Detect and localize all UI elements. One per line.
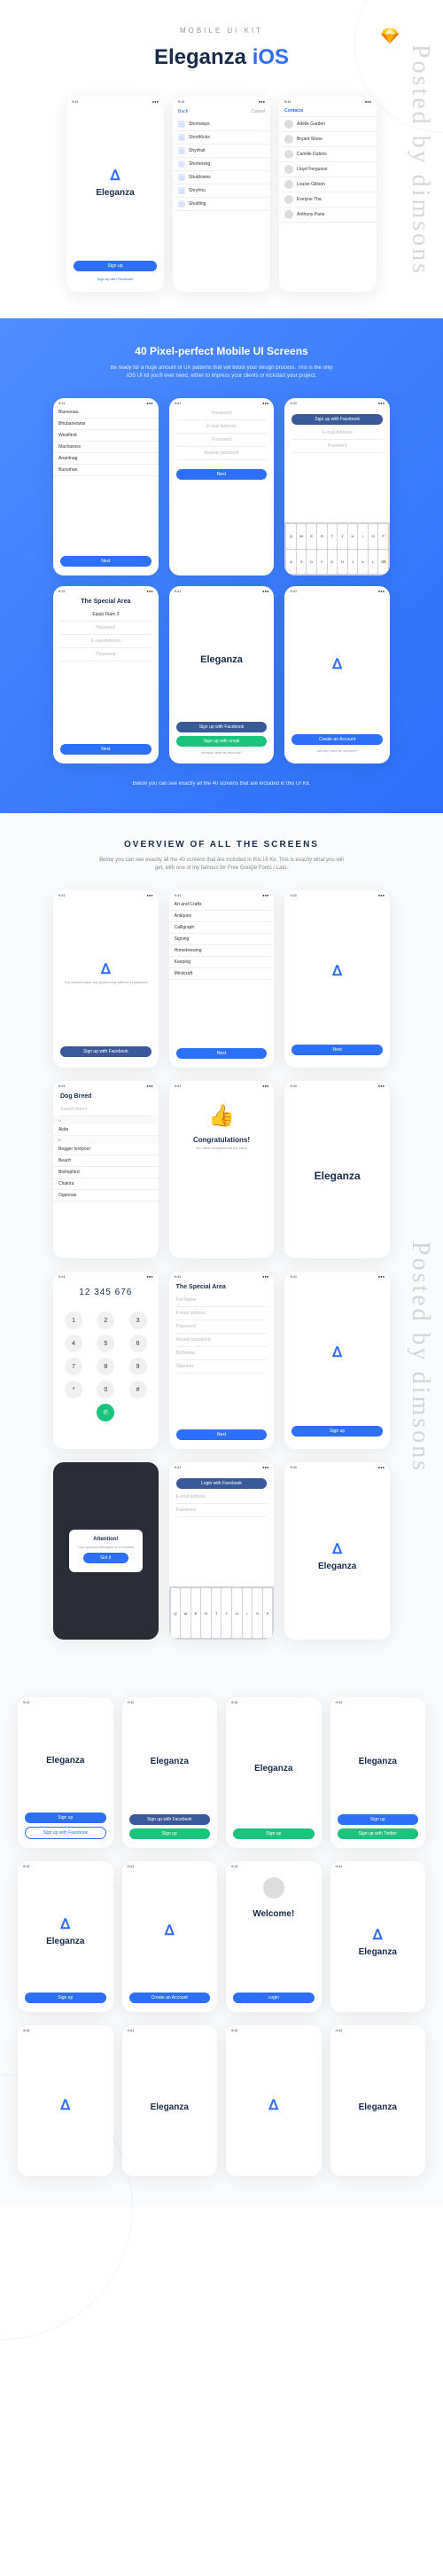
key-7[interactable]: 7 — [65, 1358, 82, 1375]
phone-categories: 9:41●●● Art and Crafts Antiques Calligra… — [169, 890, 275, 1068]
logo-icon: ᐃ — [111, 167, 120, 184]
hero-row: 9:41●●● ᐃ Eleganza Sign up Sign up with … — [0, 88, 443, 318]
list-item[interactable]: Adélie Garden — [279, 117, 377, 132]
list-item[interactable]: Evelyne Tha — [279, 192, 377, 207]
key-6[interactable]: 6 — [129, 1335, 147, 1352]
phone-form2: 9:41●●● The Special Area Full Name E-mai… — [169, 1272, 275, 1449]
keyboard[interactable]: QWERTYUIOP ASDFGHJKL⌫ — [284, 522, 390, 575]
key-2[interactable]: 2 — [97, 1311, 114, 1329]
key-4[interactable]: 4 — [65, 1335, 82, 1352]
phone-list: 9:41●●● Blumenau Bhubaneswar Westfield M… — [53, 398, 159, 575]
phone-login: 9:41●●● ᐃYou couldn't have any great thi… — [53, 890, 159, 1068]
keyboard[interactable]: QWERTYUIOP — [169, 1586, 275, 1640]
thumbs-icon: 👍 — [169, 1103, 275, 1129]
phone-congrats: 9:41●●● 👍 Congratulations! You have comp… — [169, 1081, 275, 1258]
key-0[interactable]: 0 — [97, 1381, 114, 1398]
overview-desc: Below you can see exactly all the 40 scr… — [97, 857, 346, 873]
phone-modal: Attention! Your session will expire in 5… — [53, 1462, 159, 1640]
cancel-button[interactable]: Cancel — [251, 109, 265, 114]
fb-button[interactable]: Sign up with Facebook — [60, 1046, 152, 1057]
phone-search: 9:41●●● BackCancel ⬚Shortstays ⬚ShortKic… — [173, 97, 270, 292]
overview-section: OVERVIEW OF ALL THE SCREENS Below you ca… — [0, 813, 443, 1679]
list-item[interactable]: Camille Dubois — [279, 147, 377, 162]
fb-button[interactable]: Sign up with Facebook — [291, 414, 383, 425]
dial-number: 12 345 676 — [53, 1280, 159, 1304]
blue-desc: Be ready for a huge amount of UX pattern… — [106, 364, 337, 380]
list-item[interactable]: Lloyd Ferguson — [279, 162, 377, 177]
avatar — [263, 1877, 284, 1899]
key-hash[interactable]: # — [129, 1381, 147, 1398]
call-button[interactable]: ✆ — [97, 1404, 114, 1421]
phone-dialer: 9:41●●● 12 345 676 123 456 789 *0# ✆ — [53, 1272, 159, 1449]
blue-title: 40 Pixel-perfect Mobile UI Screens — [18, 345, 425, 357]
phone-fb-signup: 9:41●●● Sign up with Facebook E-mail Add… — [284, 398, 390, 575]
phone-brand2: 9:41●●● ᐃEleganza — [284, 1462, 390, 1640]
phone-form: 9:41●●● Password E-mail Address Password… — [169, 398, 275, 575]
key-1[interactable]: 1 — [65, 1311, 82, 1329]
signup-button[interactable]: Sign up — [74, 261, 157, 271]
next-button[interactable]: Next — [60, 556, 152, 567]
list-item[interactable]: Bryant Stone — [279, 132, 377, 147]
watermark-text: Posted by dimsons — [406, 1241, 434, 1473]
list-item[interactable]: Anthony Pane — [279, 207, 377, 223]
phone-splash: 9:41●●● ᐃ Eleganza Sign up Sign up with … — [66, 97, 164, 292]
list-item[interactable]: Louise Gibson — [279, 177, 377, 192]
phone-special: 9:41●●● The Special Area Equip Diam 3 Pa… — [53, 586, 159, 763]
email-button[interactable]: Sign up with email — [176, 736, 268, 747]
got-it-button[interactable]: Got it — [83, 1553, 128, 1563]
brand-text: Eleganza — [96, 188, 134, 198]
key-star[interactable]: * — [65, 1381, 82, 1398]
watermark-text: Posted by dimsons — [406, 44, 434, 276]
phone-logo-next: 9:41●●● ᐃ Next — [284, 890, 390, 1068]
search-input[interactable]: Search breed — [60, 1103, 152, 1116]
phone-create: 9:41●●● ᐃ Create an Account Already have… — [284, 586, 390, 763]
key-3[interactable]: 3 — [129, 1311, 147, 1329]
key-5[interactable]: 5 — [97, 1335, 114, 1352]
fb-button[interactable]: Sign up with Facebook — [176, 722, 268, 732]
phone-contacts: 9:41●●● Contacts Adélie Garden Bryant St… — [279, 97, 377, 292]
overview-title: OVERVIEW OF ALL THE SCREENS — [18, 840, 425, 850]
blue-section: 40 Pixel-perfect Mobile UI Screens Be re… — [0, 318, 443, 813]
next-button[interactable]: Next — [176, 469, 268, 480]
phone-signup-options: 9:41●●● Eleganza Sign up with Facebook S… — [169, 586, 275, 763]
header: MOBILE UI KIT Eleganza iOS — [0, 0, 443, 88]
phone-breeds: 9:41●●● Dog Breed Search breed A Akita B… — [53, 1081, 159, 1258]
sketch-icon — [381, 27, 399, 44]
create-button[interactable]: Create an Account — [291, 734, 383, 745]
next-button[interactable]: Next — [291, 1045, 383, 1055]
phone-brand: 9:41●●● Eleganza — [284, 1081, 390, 1258]
contacts-title: Contacts — [279, 106, 377, 117]
key-9[interactable]: 9 — [129, 1358, 147, 1375]
phone-fb-login: 9:41●●● Login with Facebook E-mail addre… — [169, 1462, 275, 1640]
next-button[interactable]: Next — [176, 1048, 268, 1059]
bottom-grid: 9:41EleganzaSign upSign up with Facebook… — [0, 1679, 443, 2207]
next-button[interactable]: Next — [60, 744, 152, 755]
blue-footer: Below you can see exactly all the 40 scr… — [18, 781, 425, 787]
back-button[interactable]: Back — [178, 109, 188, 114]
phone-signup2: 9:41●●● ᐃ Sign up — [284, 1272, 390, 1449]
key-8[interactable]: 8 — [97, 1358, 114, 1375]
